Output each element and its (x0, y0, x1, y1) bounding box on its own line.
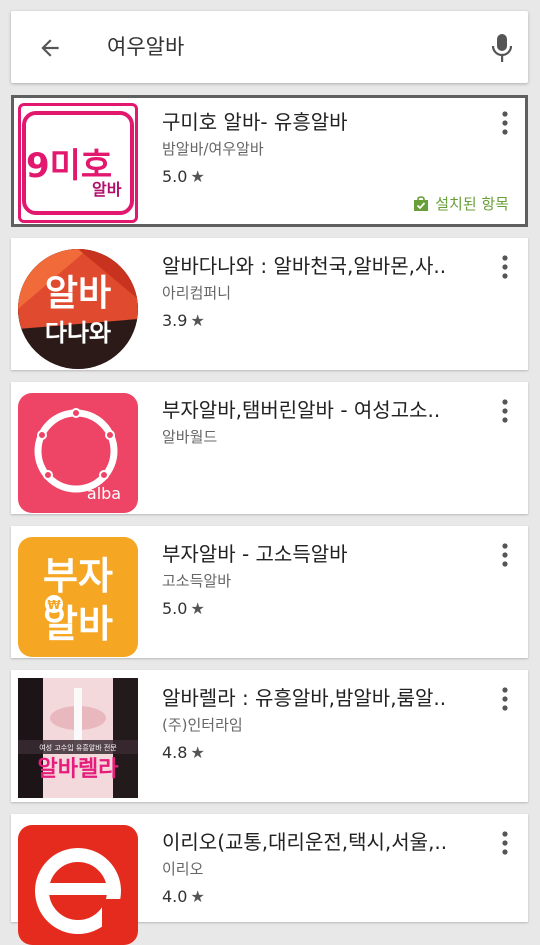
svg-text:다나와: 다나와 (45, 319, 111, 347)
app-result-card[interactable]: 이리오(교통,대리운전,택시,서울,.. 이리오 4.0 ★ (11, 814, 528, 945)
app-rating: 4.0 ★ (162, 886, 205, 908)
shopping-bag-icon (414, 196, 429, 211)
app-developer[interactable]: 고소득알바 (162, 571, 231, 591)
app-result-card[interactable]: 여성 고수입 유흥알바 전문 알바렐라 알바렐라 : 유흥알바,밤알바,룸알..… (11, 670, 528, 802)
more-options-icon[interactable] (502, 543, 508, 567)
star-icon: ★ (190, 167, 205, 186)
rating-value: 4.0 (162, 887, 188, 906)
rating-value: 4.8 (162, 743, 188, 762)
app-title: 구미호 알바- 유흥알바 (162, 110, 348, 134)
app-icon-albarella: 여성 고수입 유흥알바 전문 알바렐라 (18, 678, 138, 798)
back-arrow-icon[interactable] (37, 35, 63, 61)
app-result-card[interactable]: 9미호 알바 구미호 알바- 유흥알바 밤알바/여우알바 5.0 ★ 설치된 항목 (11, 95, 528, 227)
star-icon: ★ (190, 599, 205, 618)
app-icon-buja-alba: 부자 알바 ₩ (18, 537, 138, 657)
app-rating: 4.8 ★ (162, 742, 205, 764)
star-icon: ★ (190, 887, 205, 906)
installed-label: 설치된 항목 (435, 195, 509, 213)
app-developer[interactable]: 이리오 (162, 859, 203, 879)
svg-text:알바: 알바 (45, 273, 111, 314)
svg-text:부자: 부자 (43, 554, 113, 598)
app-rating: 5.0 ★ (162, 598, 205, 620)
app-title: 부자알바 - 고소득알바 (162, 542, 348, 566)
svg-text:여성 고수입 유흥알바 전문: 여성 고수입 유흥알바 전문 (39, 743, 117, 752)
app-icon-gumiho: 9미호 알바 (18, 103, 138, 223)
app-developer[interactable]: 밤알바/여우알바 (162, 139, 264, 159)
app-result-card[interactable]: 부자 알바 ₩ 부자알바 - 고소득알바 고소득알바 5.0 ★ (11, 526, 528, 658)
app-title: 알바렐라 : 유흥알바,밤알바,룸알.. (162, 686, 447, 710)
installed-badge: 설치된 항목 (413, 194, 509, 214)
rating-value: 3.9 (162, 311, 188, 330)
app-developer[interactable]: 알바월드 (162, 427, 217, 447)
app-icon-irio (18, 825, 138, 945)
search-input[interactable]: 여우알바 (107, 33, 184, 61)
app-title: 이리오(교통,대리운전,택시,서울,.. (162, 830, 448, 854)
svg-text:alba: alba (87, 484, 121, 503)
app-developer[interactable]: (주)인터라임 (162, 715, 243, 735)
app-developer[interactable]: 아리컴퍼니 (162, 283, 231, 303)
more-options-icon[interactable] (502, 831, 508, 855)
star-icon: ★ (190, 743, 205, 762)
app-rating: 3.9 ★ (162, 310, 205, 332)
more-options-icon[interactable] (502, 111, 508, 135)
star-icon: ★ (190, 311, 205, 330)
app-title: 알바다나와 : 알바천국,알바몬,사.. (162, 254, 447, 278)
app-icon-tambourine: alba (18, 393, 138, 513)
app-rating: 5.0 ★ (162, 166, 205, 188)
rating-value: 5.0 (162, 599, 188, 618)
svg-text:알바: 알바 (92, 180, 122, 199)
app-icon-albadanawa: 알바 다나와 (18, 249, 138, 369)
more-options-icon[interactable] (502, 399, 508, 423)
search-bar: 여우알바 (11, 11, 528, 83)
rating-value: 5.0 (162, 167, 188, 186)
app-title: 부자알바,탬버린알바 - 여성고소.. (162, 398, 441, 422)
app-result-card[interactable]: 알바 다나와 알바다나와 : 알바천국,알바몬,사.. 아리컴퍼니 3.9 ★ (11, 238, 528, 370)
svg-text:₩: ₩ (47, 598, 61, 612)
app-result-card[interactable]: alba 부자알바,탬버린알바 - 여성고소.. 알바월드 (11, 382, 528, 514)
microphone-icon[interactable] (491, 33, 513, 63)
more-options-icon[interactable] (502, 255, 508, 279)
more-options-icon[interactable] (502, 687, 508, 711)
svg-text:알바렐라: 알바렐라 (38, 757, 120, 782)
